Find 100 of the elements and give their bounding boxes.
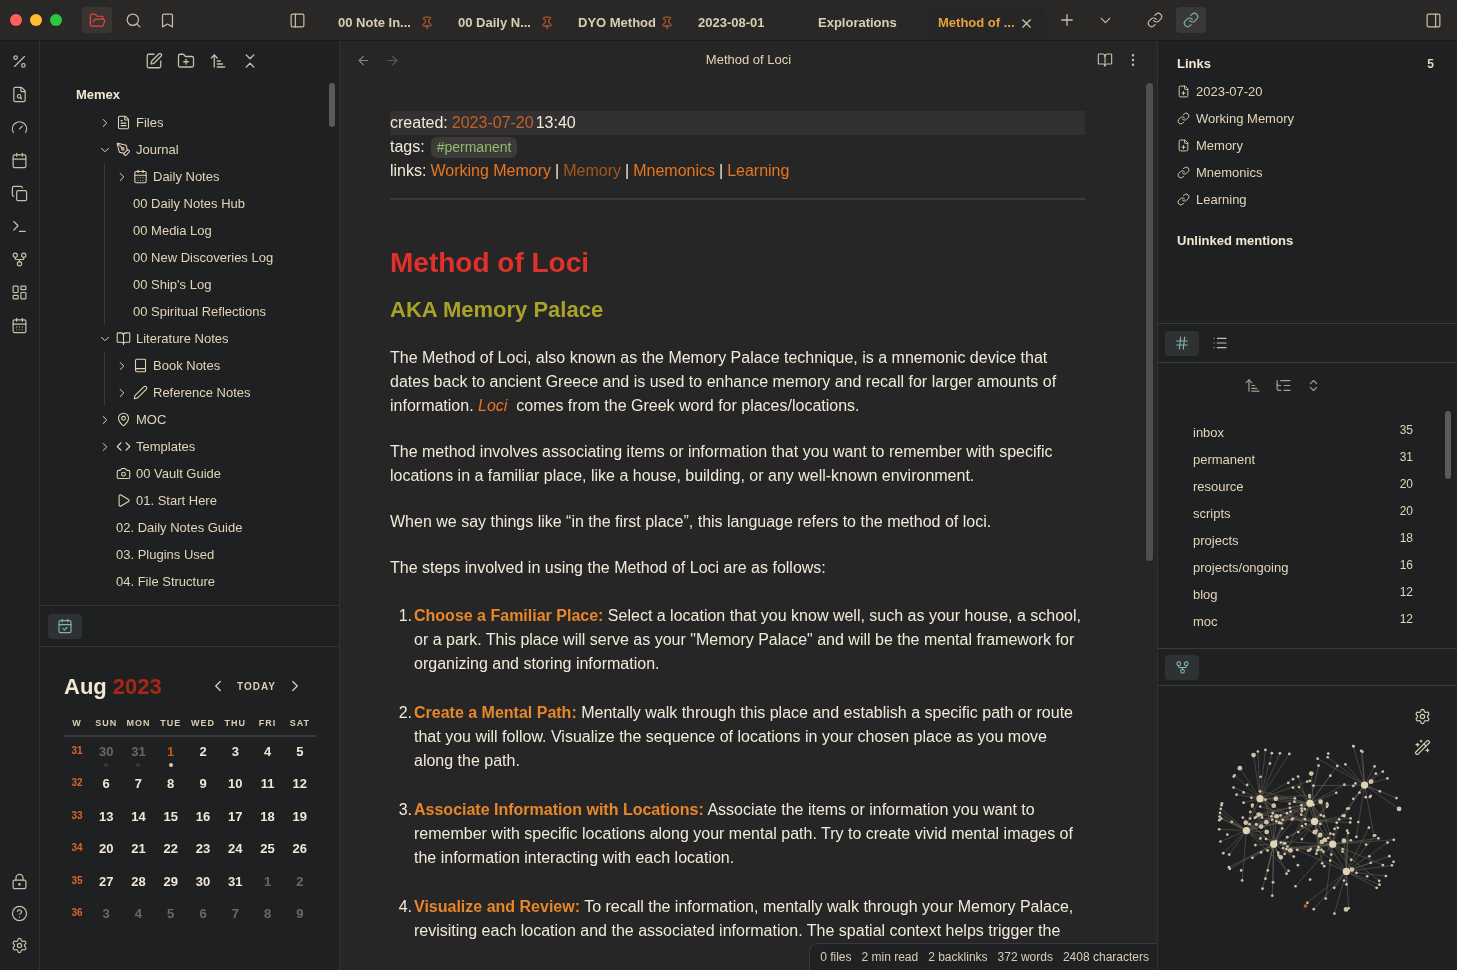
- tag-name[interactable]: inbox: [1193, 422, 1225, 443]
- tag-name[interactable]: projects: [1193, 530, 1239, 551]
- calendar-day[interactable]: 16: [186, 801, 220, 834]
- unlinked-mentions-title: Unlinked mentions: [1177, 233, 1294, 248]
- tree-item[interactable]: 00 Ship's Log: [40, 271, 339, 298]
- tree-item[interactable]: Files: [40, 109, 339, 136]
- list-number: 3.: [397, 800, 412, 820]
- weekday-label: TUE: [154, 717, 187, 737]
- tag-name[interactable]: scripts: [1193, 503, 1231, 524]
- tab[interactable]: Method of ...: [926, 6, 1046, 40]
- status-item: 0 files: [820, 949, 852, 966]
- tree-item[interactable]: 00 Spiritual Reflections: [40, 298, 339, 325]
- tag-name[interactable]: projects/ongoing: [1193, 557, 1289, 578]
- calendar-day[interactable]: 15: [154, 801, 187, 834]
- status-item: 2 min read: [861, 949, 919, 966]
- tag-name[interactable]: permanent: [1193, 449, 1256, 470]
- note-heading: Method of Loci: [390, 246, 591, 280]
- link-item[interactable]: Memory: [1177, 132, 1438, 159]
- tag-name[interactable]: blog: [1193, 584, 1218, 605]
- tree-item[interactable]: Book Notes: [40, 352, 339, 379]
- week-number: 32: [70, 776, 84, 790]
- tree-item[interactable]: 00 Daily Notes Hub: [40, 190, 339, 217]
- calendar-day[interactable]: 26: [283, 834, 316, 867]
- calendar-day[interactable]: 23: [186, 834, 220, 867]
- link-item[interactable]: Working Memory: [1177, 105, 1438, 132]
- tree-item[interactable]: MOC: [40, 406, 339, 433]
- tag-count: 16: [1399, 556, 1413, 574]
- calendar-day[interactable]: 22: [154, 834, 187, 867]
- calendar-day[interactable]: 18: [251, 801, 284, 834]
- tree-item[interactable]: 04. File Structure: [40, 568, 339, 595]
- property-label: created:: [390, 113, 448, 133]
- tab[interactable]: 00 Note In...: [326, 6, 446, 40]
- calendar-day[interactable]: 29: [154, 866, 187, 899]
- tree-item[interactable]: Reference Notes: [40, 379, 339, 406]
- tag-count: 12: [1399, 583, 1413, 601]
- tab[interactable]: DYO Method: [566, 6, 686, 40]
- calendar-day[interactable]: 4: [251, 736, 284, 769]
- weekday-label: FRI: [251, 717, 284, 737]
- weekday-label: MON: [122, 717, 155, 737]
- tab[interactable]: 2023-08-01: [686, 6, 806, 40]
- note-subheading: AKA Memory Palace: [390, 296, 605, 324]
- calendar-day[interactable]: 10: [219, 769, 252, 802]
- calendar-day[interactable]: 17: [219, 801, 252, 834]
- note-title: Method of Loci: [705, 51, 792, 70]
- list-item-text: Visualize and Review: To recall the information, mentally walk through your Memory Palace, revisiting each location and the associated information. The spatial context helps trigger the: [414, 897, 1075, 941]
- tag-count: 12: [1399, 610, 1413, 628]
- tab[interactable]: 00 Daily N...: [446, 6, 566, 40]
- tree-item[interactable]: Literature Notes: [40, 325, 339, 352]
- calendar-day[interactable]: 25: [251, 834, 284, 867]
- link-item[interactable]: Learning: [1177, 186, 1438, 213]
- tree-item[interactable]: 02. Daily Notes Guide: [40, 514, 339, 541]
- calendar-day[interactable]: 24: [219, 834, 252, 867]
- tree-item[interactable]: 00 Vault Guide: [40, 460, 339, 487]
- paragraph: The steps involved in using the Method of Loci are as follows:: [390, 558, 827, 578]
- list-number: 2.: [397, 703, 412, 723]
- calendar-day[interactable]: 30: [186, 866, 220, 899]
- calendar-day[interactable]: 8: [154, 769, 187, 802]
- calendar-day[interactable]: 21: [122, 834, 155, 867]
- calendar-day[interactable]: 1: [154, 736, 187, 769]
- tree-item[interactable]: 01. Start Here: [40, 487, 339, 514]
- calendar-day[interactable]: 11: [251, 769, 284, 802]
- calendar-day[interactable]: 28: [122, 866, 155, 899]
- vault-name[interactable]: Memex: [76, 85, 121, 105]
- tag-name[interactable]: resource: [1193, 476, 1244, 497]
- link[interactable]: Learning: [727, 159, 790, 183]
- link[interactable]: Working Memory: [430, 159, 552, 183]
- tab[interactable]: Explorations: [806, 6, 926, 40]
- paragraph: The method involves associating items or information that you want to remember with specific locations in a familiar place, like a house, building, or any well-known environment.: [390, 442, 1054, 486]
- calendar-day[interactable]: 19: [283, 801, 316, 834]
- calendar-day[interactable]: 7: [122, 769, 155, 802]
- tree-item[interactable]: 00 New Discoveries Log: [40, 244, 339, 271]
- calendar-day[interactable]: 6: [90, 769, 123, 802]
- link-item[interactable]: Mnemonics: [1177, 159, 1438, 186]
- week-number: 33: [70, 808, 84, 823]
- tag[interactable]: #permanent: [430, 136, 518, 158]
- tree-item[interactable]: Journal: [40, 136, 339, 163]
- calendar-day[interactable]: 27: [90, 866, 123, 899]
- list-item-text: Choose a Familiar Place: Select a location that you know well, such as your house, a school, or a park. This place will serve as your "Memory Palace" and will be the mental framework for organizing and storing information.: [414, 606, 1082, 674]
- calendar-day[interactable]: 20: [90, 834, 123, 867]
- weekday-label: SUN: [90, 717, 123, 737]
- link[interactable]: Mnemonics: [633, 159, 715, 183]
- calendar-day[interactable]: 12: [283, 769, 316, 802]
- tag-name[interactable]: moc: [1193, 611, 1218, 632]
- calendar-day[interactable]: 2: [186, 736, 220, 769]
- links-title: Links: [1177, 55, 1211, 74]
- calendar-day[interactable]: 9: [186, 769, 220, 802]
- list-number: 4.: [397, 897, 412, 917]
- today-button[interactable]: TODAY: [237, 678, 276, 694]
- tree-item[interactable]: 03. Plugins Used: [40, 541, 339, 568]
- calendar-day[interactable]: 13: [90, 801, 123, 834]
- link-item[interactable]: 2023-07-20: [1177, 78, 1438, 105]
- tree-item[interactable]: Daily Notes: [40, 163, 339, 190]
- separator: |: [719, 161, 724, 181]
- calendar-day[interactable]: 14: [122, 801, 155, 834]
- calendar-day[interactable]: 3: [219, 736, 252, 769]
- tree-item[interactable]: Templates: [40, 433, 339, 460]
- paragraph: When we say things like “in the first place”, this language refers to the method of loci.: [390, 512, 993, 532]
- tree-item[interactable]: 00 Media Log: [40, 217, 339, 244]
- calendar-day[interactable]: 5: [283, 736, 316, 769]
- calendar-day[interactable]: 31: [219, 866, 252, 899]
